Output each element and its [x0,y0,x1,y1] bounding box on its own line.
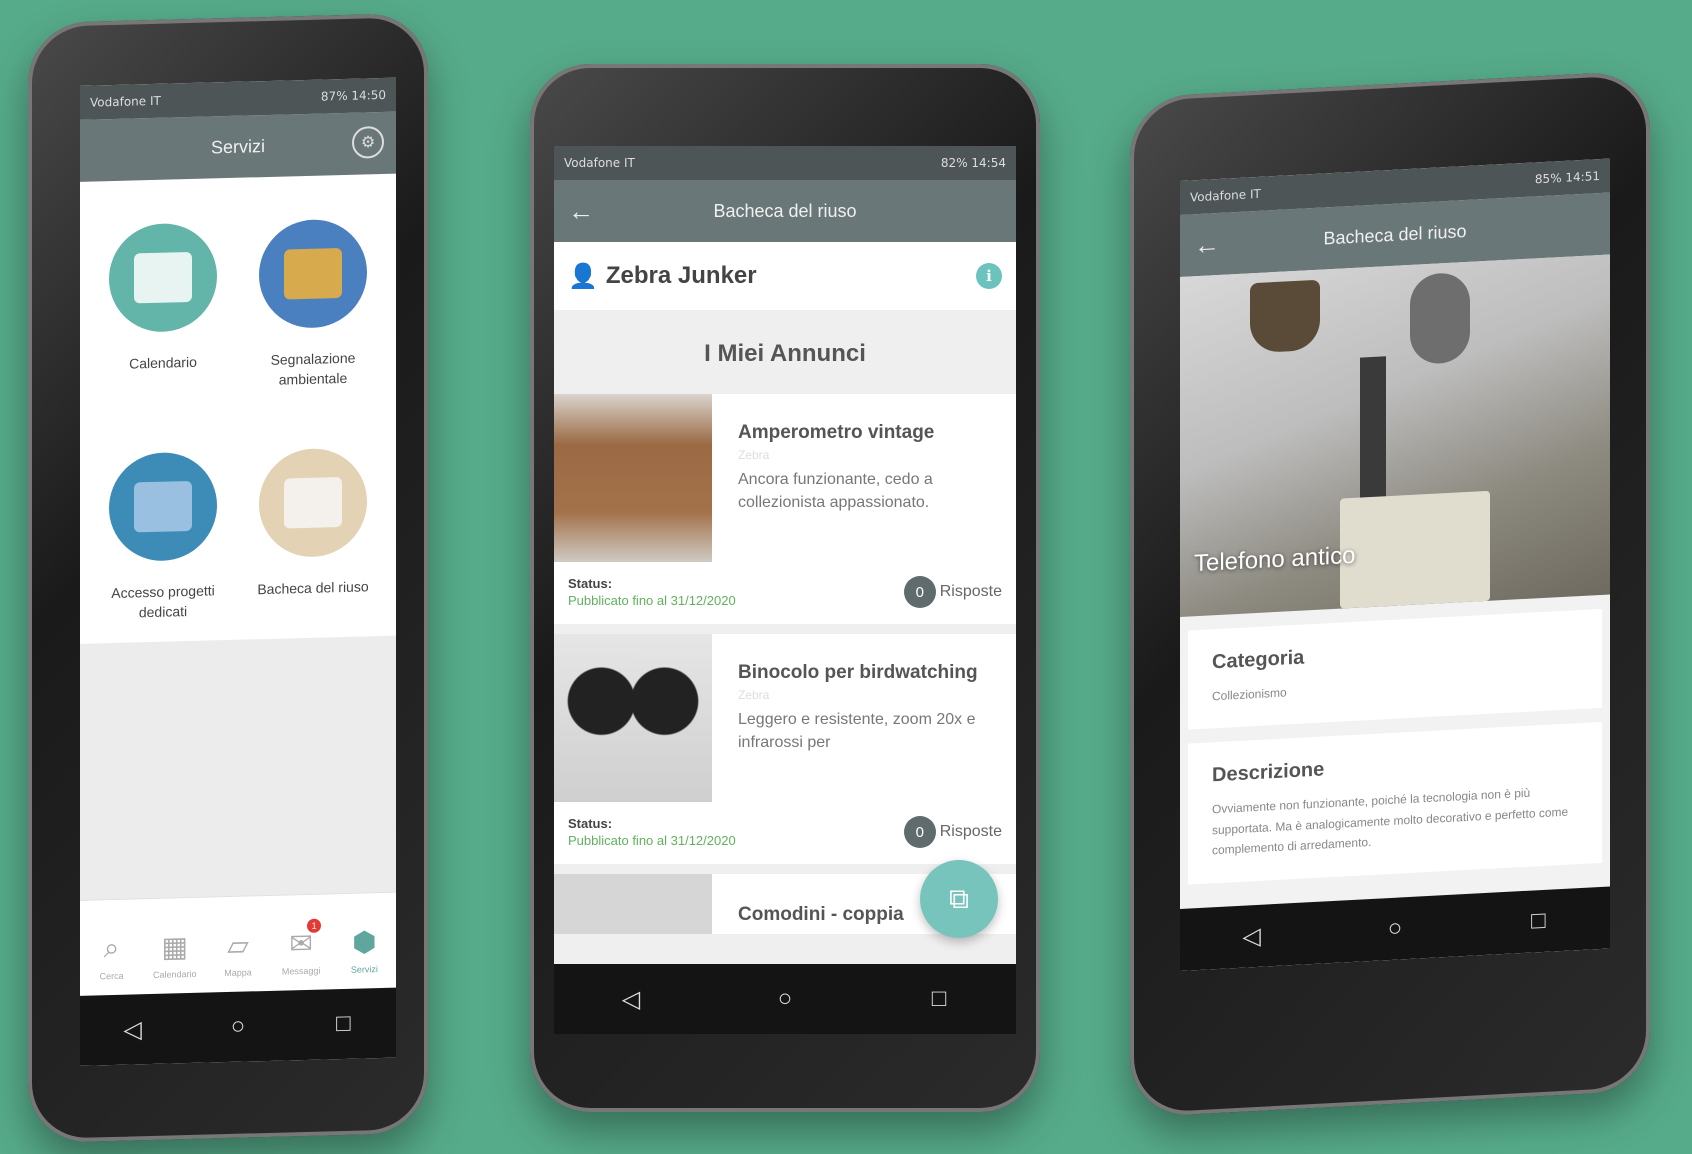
unread-badge: 1 [307,918,322,933]
tab-calendario[interactable]: ▦ Calendario [147,930,203,980]
ad-thumbnail [554,874,712,934]
replies-label: Risposte [939,583,1002,600]
back-arrow-icon[interactable]: ← [564,194,598,228]
ad-card[interactable]: Amperometro vintage Zebra Ancora funzion… [554,394,1016,624]
info-icon[interactable]: i [976,263,1002,289]
home-nav-icon[interactable]: ○ [765,985,805,1013]
photo-caption: Telefono antico [1194,541,1356,578]
section-title: I Miei Annunci [704,340,866,367]
category-value: Collezionismo [1212,685,1287,704]
ad-description: Ancora funzionante, cedo a collezionista… [738,470,933,512]
home-nav-icon[interactable]: ○ [1375,914,1415,944]
tab-cerca[interactable]: ⌕ Cerca [84,931,140,982]
back-nav-icon[interactable]: ◁ [113,1014,153,1044]
status-left: Vodafone IT [90,93,161,110]
category-card: Categoria Collezionismo [1188,608,1602,730]
services-screen: Vodafone IT 87% 14:50 Servizi ⚙ Calendar… [80,77,396,1066]
description-title: Descrizione [1212,758,1325,787]
description-value: Ovviamente non funzionante, poiché la te… [1212,786,1569,858]
status-left: Vodafone IT [1190,186,1261,205]
bottom-tab-bar: ⌕ Cerca ▦ Calendario ▱ Mappa 1 ✉ Messaggi ⬢ Se… [80,891,396,996]
service-label: Calendario [129,353,197,372]
page-title: Bacheca del riuso [1323,220,1467,248]
status-label: Status: [568,576,613,591]
ad-title: Amperometro vintage [738,422,935,443]
page-title: Bacheca del riuso [713,200,857,221]
recycle-icon [259,447,367,559]
tab-label: Cerca [99,970,124,982]
new-ad-icon: ⧉ [949,882,969,914]
tab-servizi[interactable]: ⬢ Servizi [336,925,392,975]
system-nav-bar: ◁ ○ □ [80,987,396,1066]
replies-label: Risposte [939,823,1002,840]
ad-description: Leggero e resistente, zoom 20x e infraro… [738,710,976,752]
my-ads-screen: Vodafone IT 82% 14:54 ← Bacheca del rius… [554,146,1016,1034]
tab-label: Calendario [153,968,197,980]
replies-button[interactable]: 0 Risposte [903,816,1002,848]
id-card-icon [109,451,217,563]
status-left: Vodafone IT [564,156,635,170]
recents-nav-icon[interactable]: □ [1518,906,1558,936]
app-bar: ← Bacheca del riuso [554,180,1016,242]
status-right: 87% 14:50 [320,87,386,104]
status-right: 85% 14:51 [1534,168,1600,187]
ad-thumbnail [554,394,712,562]
search-icon: ⌕ [103,931,120,964]
tab-label: Messaggi [281,965,321,977]
back-nav-icon[interactable]: ◁ [611,985,651,1014]
service-calendario[interactable]: Calendario [88,222,238,395]
user-card: 👤 Zebra Junker i [554,242,1016,310]
phone-my-ads: Vodafone IT 82% 14:54 ← Bacheca del rius… [530,64,1040,1112]
system-nav-bar: ◁ ○ □ [1180,886,1610,972]
status-value: Pubblicato fino al 31/12/2020 [568,833,736,848]
phone-services: Vodafone IT 87% 14:50 Servizi ⚙ Calendar… [28,12,428,1144]
calendar-icon: ▦ [161,931,189,963]
tab-messaggi[interactable]: 1 ✉ Messaggi [273,918,329,977]
tab-label: Mappa [224,967,252,979]
service-label: Segnalazione ambientale [270,349,356,388]
home-nav-icon[interactable]: ○ [218,1012,258,1041]
tab-label: Servizi [350,964,378,975]
user-icon: 👤 [568,262,598,290]
services-grid: Calendario Segnalazione ambientale Acces… [80,173,396,645]
calendar-icon [109,222,217,334]
service-bacheca-riuso[interactable]: Bacheca del riuso [238,447,388,620]
services-icon: ⬢ [352,926,377,958]
report-icon [259,218,367,330]
ad-title: Binocolo per birdwatching [738,662,978,683]
ad-photo: Telefono antico [1180,254,1610,618]
status-value: Pubblicato fino al 31/12/2020 [568,593,736,608]
page-title: Servizi [210,135,265,157]
new-ad-fab-button[interactable]: ⧉ [920,860,998,938]
recents-nav-icon[interactable]: □ [323,1009,363,1038]
replies-count: 0 [903,576,936,608]
user-name: 👤 Zebra Junker [568,262,757,291]
service-segnalazione[interactable]: Segnalazione ambientale [238,218,388,391]
app-bar: Servizi ⚙ [80,111,396,182]
ad-owner: Zebra [738,687,770,702]
replies-count: 0 [903,816,936,848]
user-name-text: Zebra Junker [605,262,757,289]
recents-nav-icon[interactable]: □ [919,985,959,1013]
tab-mappa[interactable]: ▱ Mappa [210,928,266,978]
service-accesso-progetti[interactable]: Accesso progetti dedicati [88,451,238,624]
category-title: Categoria [1212,646,1305,674]
map-icon: ▱ [227,929,249,962]
back-arrow-icon[interactable]: ← [1190,227,1224,263]
system-nav-bar: ◁ ○ □ [554,964,1016,1034]
back-nav-icon[interactable]: ◁ [1232,921,1272,952]
ad-owner: Zebra [738,447,770,462]
settings-gear-icon[interactable]: ⚙ [352,125,384,159]
service-label: Bacheca del riuso [257,578,369,598]
replies-button[interactable]: 0 Risposte [903,576,1002,608]
phone-ad-detail: Vodafone IT 85% 14:51 ← Bacheca del rius… [1130,70,1650,1118]
status-right: 82% 14:54 [940,156,1006,170]
ad-detail-screen: Vodafone IT 85% 14:51 ← Bacheca del rius… [1180,158,1610,972]
status-label: Status: [568,816,613,831]
description-card: Descrizione Ovviamente non funzionante, … [1188,722,1602,885]
ad-card[interactable]: Binocolo per birdwatching Zebra Leggero … [554,634,1016,864]
service-label: Accesso progetti dedicati [111,582,215,621]
ad-thumbnail [554,634,712,802]
status-bar: Vodafone IT 82% 14:54 [554,146,1016,180]
